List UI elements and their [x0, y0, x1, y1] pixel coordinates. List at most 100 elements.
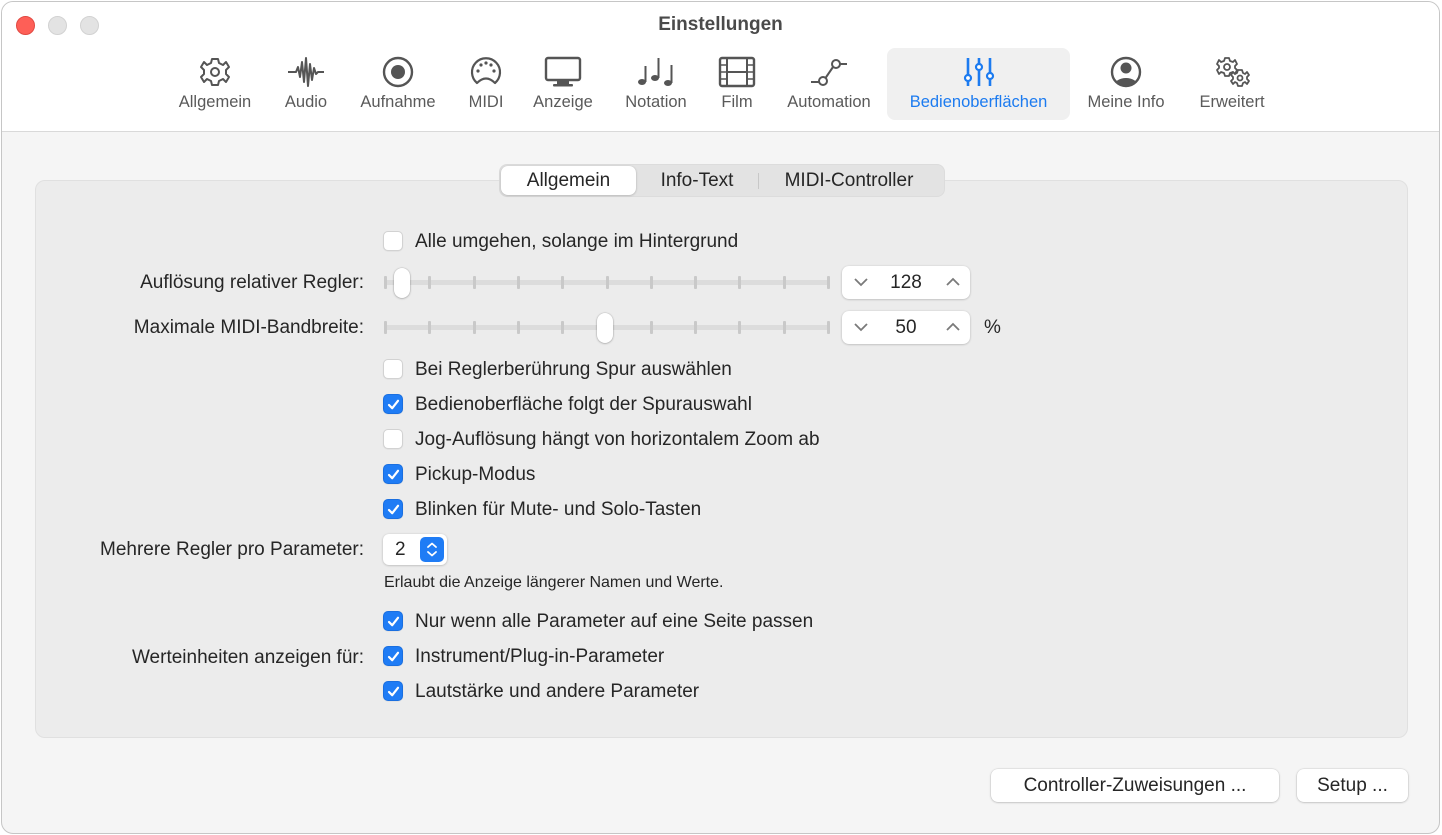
- window-title: Einstellungen: [658, 14, 783, 35]
- slider-tick: [738, 321, 742, 334]
- tab-bar: Allgemein Info-Text MIDI-Controller: [499, 164, 945, 197]
- toolbar-label: Aufnahme: [360, 93, 436, 111]
- toolbar-item-meine-info[interactable]: Meine Info: [1076, 48, 1176, 120]
- toolbar-item-erweitert[interactable]: Erweitert: [1187, 48, 1277, 120]
- increment-button[interactable]: [938, 266, 968, 299]
- slider-tick: [694, 276, 698, 289]
- max-midi-bandwidth-stepper[interactable]: 50: [842, 311, 970, 344]
- slider-tick: [649, 321, 653, 334]
- checkbox[interactable]: [383, 681, 403, 701]
- controller-assignments-button[interactable]: Controller-Zuweisungen ...: [991, 769, 1279, 802]
- max-midi-bandwidth-label: Maximale MIDI-Bandbreite:: [133, 317, 364, 338]
- chevron-up-icon: [946, 277, 960, 286]
- checkbox-label: Bei Reglerberührung Spur auswählen: [415, 359, 732, 380]
- toolbar-item-allgemein[interactable]: Allgemein: [165, 48, 265, 120]
- tab-info-text[interactable]: Info-Text: [638, 165, 756, 196]
- relative-resolution-slider[interactable]: [382, 268, 832, 298]
- record-icon: [382, 56, 414, 88]
- checkbox-label: Blinken für Mute- und Solo-Tasten: [415, 499, 702, 520]
- toolbar-label: Allgemein: [178, 93, 252, 111]
- relative-resolution-label: Auflösung relativer Regler:: [140, 272, 364, 293]
- slider-thumb[interactable]: [597, 313, 613, 343]
- film-icon: [718, 56, 756, 88]
- slider-tick: [516, 276, 520, 289]
- toolbar-item-bedienoberflaechen[interactable]: Bedienoberflächen: [887, 48, 1070, 120]
- toolbar-item-aufnahme[interactable]: Aufnahme: [349, 48, 447, 120]
- toolbar-label: Erweitert: [1199, 93, 1265, 111]
- checkbox-label: Alle umgehen, solange im Hintergrund: [415, 231, 739, 252]
- checkbox[interactable]: [383, 464, 403, 484]
- checkmark-icon: [387, 469, 400, 480]
- toolbar-item-notation[interactable]: Notation: [612, 48, 700, 120]
- stepper-value[interactable]: 50: [872, 311, 940, 344]
- checkbox-label: Pickup-Modus: [415, 464, 536, 485]
- toolbar-label: Automation: [787, 93, 871, 111]
- multiple-controls-popup[interactable]: 2: [383, 534, 447, 565]
- tab-midi-controller[interactable]: MIDI-Controller: [760, 165, 938, 196]
- value-units-label: Werteinheiten anzeigen für:: [131, 647, 364, 668]
- toolbar-label: MIDI: [468, 93, 504, 111]
- slider-tick: [782, 276, 786, 289]
- toolbar-item-anzeige[interactable]: Anzeige: [523, 48, 603, 120]
- percent-unit-label: %: [984, 317, 1001, 338]
- max-midi-bandwidth-slider[interactable]: [382, 313, 832, 343]
- checkbox[interactable]: [383, 499, 403, 519]
- gear-icon: [200, 58, 230, 86]
- checkbox[interactable]: [383, 611, 403, 631]
- toolbar-item-film[interactable]: Film: [711, 48, 763, 120]
- toolbar-item-automation[interactable]: Automation: [775, 48, 883, 120]
- increment-button[interactable]: [938, 311, 968, 344]
- toolbar-label: Bedienoberflächen: [909, 93, 1048, 111]
- automation-curve-icon: [811, 59, 847, 86]
- checkbox[interactable]: [383, 359, 403, 379]
- music-notes-icon: [638, 58, 673, 86]
- person-circle-icon: [1110, 56, 1142, 88]
- relative-resolution-stepper[interactable]: 128: [842, 266, 970, 299]
- toolbar-label: Audio: [284, 93, 328, 111]
- slider-tick: [649, 276, 653, 289]
- checkmark-icon: [387, 686, 400, 697]
- checkbox-label: Nur wenn alle Parameter auf eine Seite p…: [415, 611, 814, 632]
- toolbar-label: Film: [721, 93, 753, 111]
- checkbox[interactable]: [383, 394, 403, 414]
- slider-tick: [605, 276, 609, 289]
- updown-chevron-icon: [420, 537, 444, 562]
- checkbox[interactable]: [383, 646, 403, 666]
- midi-port-icon: [470, 57, 502, 85]
- slider-tick: [516, 321, 520, 334]
- chevron-down-icon: [854, 278, 868, 287]
- checkmark-icon: [387, 616, 400, 627]
- tab-divider: [758, 173, 759, 189]
- multiple-controls-help-text: Erlaubt die Anzeige längerer Namen und W…: [384, 574, 724, 591]
- stepper-value[interactable]: 128: [872, 266, 940, 299]
- slider-tick: [428, 276, 432, 289]
- slider-tick: [738, 276, 742, 289]
- slider-tick: [384, 276, 387, 289]
- checkbox[interactable]: [383, 429, 403, 449]
- popup-value: 2: [395, 539, 406, 560]
- toolbar-item-midi[interactable]: MIDI: [457, 48, 515, 120]
- slider-tick: [827, 321, 830, 334]
- slider-thumb[interactable]: [394, 268, 411, 298]
- slider-tick: [428, 321, 432, 334]
- checkbox-label: Instrument/Plug-in-Parameter: [415, 646, 665, 667]
- checkbox-label: Jog-Auflösung hängt von horizontalem Zoo…: [415, 429, 820, 450]
- slider-tick: [561, 321, 565, 334]
- toolbar-label: Anzeige: [533, 93, 593, 111]
- toolbar-item-audio[interactable]: Audio: [272, 48, 340, 120]
- slider-tick: [472, 321, 476, 334]
- slider-tick: [827, 276, 830, 289]
- chevron-up-icon: [946, 322, 960, 331]
- preferences-toolbar: Allgemein Audio Aufnahme MIDI Anzeige No…: [2, 48, 1439, 122]
- checkmark-icon: [387, 651, 400, 662]
- checkbox-label: Lautstärke und andere Parameter: [415, 681, 700, 702]
- sliders-icon: [963, 58, 994, 86]
- monitor-icon: [544, 56, 582, 87]
- checkmark-icon: [387, 504, 400, 515]
- waveform-icon: [288, 57, 324, 87]
- gears-icon: [1216, 57, 1250, 87]
- tab-allgemein[interactable]: Allgemein: [501, 166, 636, 195]
- checkbox[interactable]: [383, 231, 403, 251]
- chevron-down-icon: [854, 323, 868, 332]
- setup-button[interactable]: Setup ...: [1297, 769, 1408, 802]
